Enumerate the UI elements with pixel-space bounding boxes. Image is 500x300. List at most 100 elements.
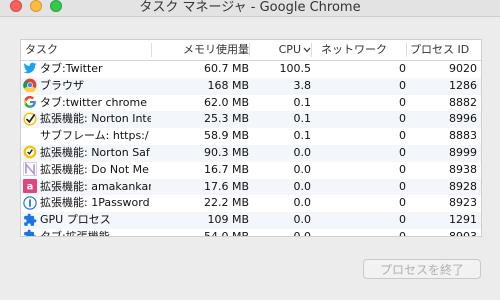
table-row[interactable]: タブ:拡張機能 54.0 MB 0.0 0 8903 [21,229,481,237]
do-not-track-icon [23,162,37,177]
column-header-task[interactable]: タスク [25,40,151,60]
column-header-memory[interactable]: メモリ使用量 [151,40,249,60]
process-name-cell: a 拡張機能: amakankar [23,178,151,196]
process-name-cell: タブ:twitter chrome [23,95,151,112]
window-title: タスク マネージャ - Google Chrome [139,0,361,15]
network-cell: 0 [399,78,406,92]
process-name-cell: 拡張機能: Norton Saf [23,145,151,162]
pid-cell: 8883 [449,129,477,143]
network-cell: 0 [399,162,406,176]
pid-cell: 1291 [449,213,477,227]
column-divider[interactable] [311,43,312,57]
cpu-cell: 100.5 [279,62,312,75]
table-row[interactable]: 拡張機能: Norton Saf 90.3 MB 0.0 0 8999 [21,144,481,162]
pid-cell: 8938 [449,162,477,176]
table-row[interactable]: タブ:Twitter 60.7 MB 100.5 0 9020 [21,61,481,78]
pid-cell: 8999 [449,145,477,159]
process-name: 拡張機能: Do Not Me [40,162,149,176]
table-row[interactable]: サブフレーム: https:/ 58.9 MB 0.1 0 8883 [21,128,481,145]
pid-cell: 9020 [449,62,477,75]
process-name: サブフレーム: https:/ [40,129,149,143]
table-row[interactable]: 拡張機能: 1Password 22.2 MB 0.0 0 8923 [21,195,481,212]
cpu-cell: 0.1 [293,129,312,143]
process-name: 拡張機能: amakankar [40,179,151,193]
pid-cell: 8903 [449,229,477,237]
sort-chevron-down-icon [303,40,311,60]
network-cell: 0 [399,179,406,193]
cpu-cell: 0.0 [293,213,312,227]
process-name: タブ:Twitter [40,62,103,75]
1password-icon [23,196,37,210]
network-cell: 0 [399,229,406,237]
memory-cell: 58.9 MB [203,129,249,143]
cpu-cell: 0.0 [293,179,312,193]
blank-icon [23,129,37,143]
cpu-cell: 0.0 [293,196,312,210]
process-name: タブ:twitter chrome [40,95,147,109]
memory-cell: 16.7 MB [203,162,249,176]
network-cell: 0 [399,129,406,143]
pid-cell: 8923 [449,196,477,210]
table-row[interactable]: 拡張機能: Norton Inte 25.3 MB 0.1 0 8996 [21,111,481,129]
column-header-network[interactable]: ネットワーク [321,40,406,60]
pid-cell: 8996 [449,112,477,126]
norton-safe-icon [23,145,37,159]
table-row[interactable]: 拡張機能: Do Not Me 16.7 MB 0.0 0 8938 [21,162,481,179]
process-list: タブ:Twitter 60.7 MB 100.5 0 9020 ブラウザ 168 MB 3.8… [21,61,481,237]
process-name-cell: ブラウザ [23,78,151,95]
cpu-cell: 3.8 [293,78,312,92]
norton-checkmark-icon [23,112,37,126]
memory-cell: 17.6 MB [203,179,249,193]
column-header-pid[interactable]: プロセス ID [410,40,477,60]
process-name-cell: 拡張機能: 1Password [23,195,151,212]
process-name-cell: 拡張機能: Norton Inte [23,111,151,128]
memory-cell: 25.3 MB [203,112,249,126]
process-name: ブラウザ [40,78,84,92]
cpu-cell: 0.1 [293,95,312,109]
end-process-button[interactable]: プロセスを終了 [363,259,481,279]
memory-cell: 54.0 MB [203,229,249,237]
network-cell: 0 [399,196,406,210]
network-cell: 0 [399,213,406,227]
process-name-cell: GPU プロセス [23,212,151,229]
process-name-cell: タブ:拡張機能 [23,229,151,237]
cpu-cell: 0.0 [293,162,312,176]
table-row[interactable]: タブ:twitter chrome 62.0 MB 0.1 0 8882 [21,95,481,112]
puzzle-piece-icon [23,229,37,236]
table-row[interactable]: GPU プロセス 109 MB 0.0 0 1291 [21,212,481,229]
column-header-cpu[interactable]: CPU [249,40,311,60]
process-name: タブ:拡張機能 [40,229,110,237]
cpu-cell: 0.0 [293,145,312,159]
network-cell: 0 [399,95,406,109]
twitter-bird-icon [23,61,37,75]
chrome-icon [23,78,37,94]
cpu-cell: 0.1 [293,112,312,126]
table-row[interactable]: ブラウザ 168 MB 3.8 0 1286 [21,77,481,95]
process-name: 拡張機能: 1Password [40,196,150,210]
network-cell: 0 [399,112,406,126]
pid-cell: 1286 [449,78,477,92]
pid-cell: 8882 [449,95,477,109]
title-bar[interactable]: タスク マネージャ - Google Chrome [0,0,500,17]
process-table: タスク メモリ使用量 CPU ネットワーク プロセス ID タブ:Twitter… [20,39,482,237]
process-name-cell: サブフレーム: https:/ [23,128,151,145]
column-header-cpu-label: CPU [278,43,301,56]
memory-cell: 109 MB [207,213,249,227]
task-manager-window: タスク マネージャ - Google Chrome タスク メモリ使用量 CPU… [0,0,500,300]
puzzle-piece-icon [23,213,37,227]
cpu-cell: 0.0 [293,229,312,237]
svg-text:a: a [27,181,34,192]
amazon-a-icon: a [23,178,37,193]
memory-cell: 90.3 MB [203,145,249,159]
process-name-cell: タブ:Twitter [23,61,151,78]
process-name: 拡張機能: Norton Saf [40,145,150,159]
memory-cell: 168 MB [207,78,249,92]
pid-cell: 8928 [449,179,477,193]
process-name: GPU プロセス [40,213,111,227]
memory-cell: 60.7 MB [203,62,249,75]
table-row[interactable]: a 拡張機能: amakankar 17.6 MB 0.0 0 8928 [21,178,481,196]
process-name-cell: 拡張機能: Do Not Me [23,162,151,179]
memory-cell: 22.2 MB [203,196,249,210]
column-divider[interactable] [406,43,407,57]
process-name: 拡張機能: Norton Inte [40,112,151,126]
